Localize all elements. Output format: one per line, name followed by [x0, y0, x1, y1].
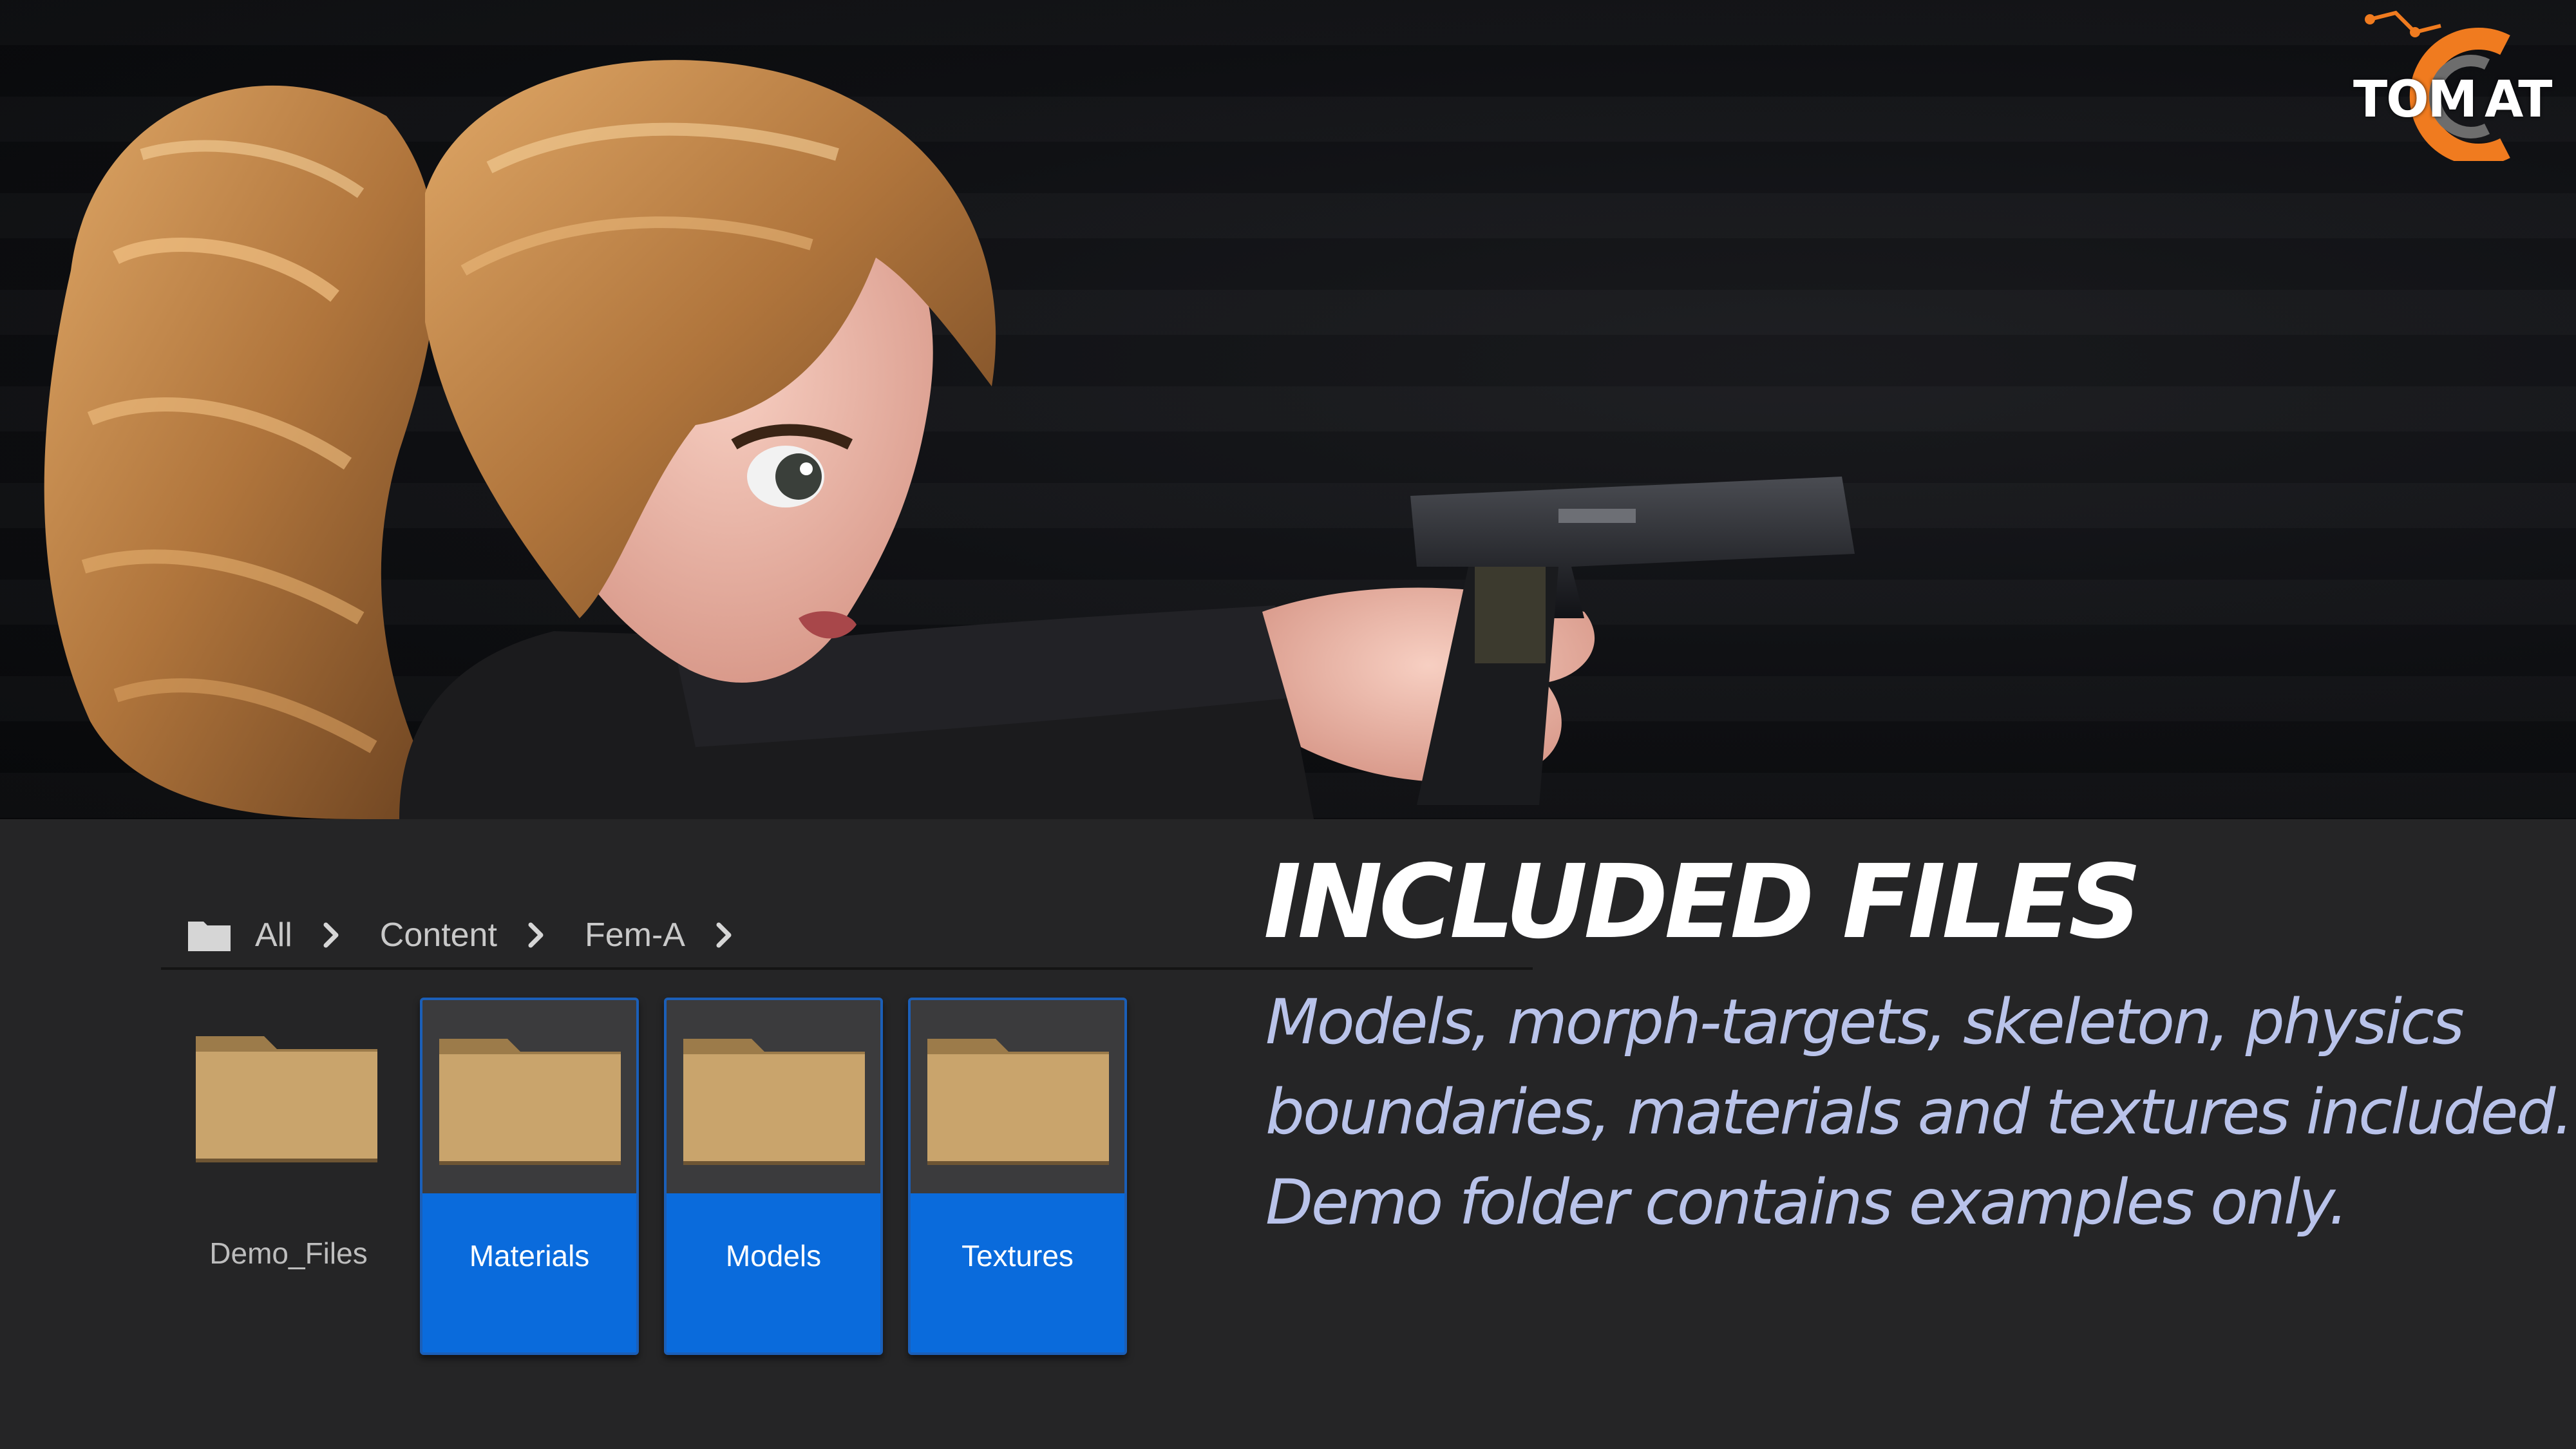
breadcrumb-divider: [161, 967, 1533, 970]
tomcat-logo: TOM AT: [2344, 6, 2563, 161]
chevron-right-icon[interactable]: [523, 916, 549, 954]
folder-icon: [439, 1039, 621, 1165]
breadcrumb-item-fem-a[interactable]: Fem-A: [585, 916, 685, 954]
description: Models, morph-targets, skeleton, physics…: [1265, 977, 2573, 1247]
ponytail: [44, 85, 451, 819]
headline: INCLUDED FILES: [1264, 843, 2142, 961]
chevron-right-icon[interactable]: [318, 916, 344, 954]
pistol: [1410, 477, 1855, 805]
character-illustration: [44, 60, 1855, 819]
folder-tile-demo-files[interactable]: Demo_Files: [179, 998, 398, 1355]
folder-label: Textures: [961, 1239, 1074, 1273]
breadcrumb-item-content[interactable]: Content: [380, 916, 497, 954]
folder-tile-textures[interactable]: Textures: [908, 998, 1127, 1355]
breadcrumb: All Content Fem-A: [187, 903, 773, 967]
logo-text-left: TOM: [2353, 71, 2477, 129]
breadcrumb-item-all[interactable]: All: [255, 916, 292, 954]
description-line: boundaries, materials and textures inclu…: [1265, 1076, 2573, 1148]
logo-text-right: AT: [2485, 71, 2553, 129]
hero-render: TOM AT: [0, 0, 2576, 819]
description-line: Models, morph-targets, skeleton, physics: [1265, 986, 2465, 1058]
folder-icon[interactable]: [187, 918, 232, 952]
folder-label: Demo_Files: [209, 1236, 368, 1270]
folder-tile-materials[interactable]: Materials: [420, 998, 639, 1355]
folder-icon: [927, 1039, 1109, 1165]
folder-tile-models[interactable]: Models: [664, 998, 883, 1355]
folder-label: Materials: [469, 1239, 590, 1273]
content-browser-panel: All Content Fem-A Demo_Files Materials M…: [0, 819, 2576, 1449]
chevron-right-icon[interactable]: [711, 916, 737, 954]
folder-icon: [683, 1039, 865, 1165]
description-line: Demo folder contains examples only.: [1265, 1166, 2348, 1238]
folder-icon: [196, 1036, 377, 1162]
folder-label: Models: [725, 1239, 822, 1273]
